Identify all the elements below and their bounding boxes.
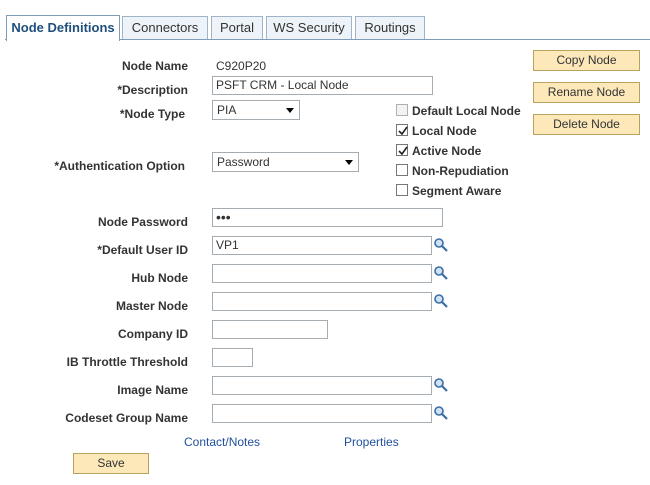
tab-portal[interactable]: Portal bbox=[211, 16, 263, 39]
master-node-label: Master Node bbox=[115, 299, 188, 313]
codeset-group-label: Codeset Group Name bbox=[65, 411, 188, 425]
auth-option-value: Password bbox=[217, 155, 270, 169]
lookup-search-icon[interactable] bbox=[433, 405, 449, 421]
auth-option-select[interactable]: Password bbox=[212, 152, 359, 172]
node-name-label: Node Name bbox=[121, 59, 188, 73]
copy-node-button[interactable]: Copy Node bbox=[533, 50, 640, 71]
image-name-field[interactable] bbox=[212, 376, 432, 395]
contact-notes-link[interactable]: Contact/Notes bbox=[184, 435, 260, 449]
node-type-value: PIA bbox=[217, 103, 237, 117]
lookup-search-icon[interactable] bbox=[433, 265, 449, 281]
company-id-field[interactable] bbox=[212, 320, 328, 339]
save-button[interactable]: Save bbox=[73, 453, 149, 474]
ib-throttle-field[interactable] bbox=[212, 348, 253, 367]
chevron-down-icon bbox=[286, 108, 294, 113]
lookup-search-icon[interactable] bbox=[433, 293, 449, 309]
segment-aware-checkbox[interactable] bbox=[396, 184, 408, 196]
delete-node-button[interactable]: Delete Node bbox=[533, 114, 640, 135]
codeset-group-field[interactable] bbox=[212, 404, 432, 423]
properties-link[interactable]: Properties bbox=[344, 435, 399, 449]
node-name-value: C920P20 bbox=[216, 59, 267, 73]
description-field[interactable]: PSFT CRM - Local Node bbox=[212, 76, 433, 95]
default-user-id-field[interactable]: VP1 bbox=[212, 236, 432, 255]
checkmark-icon bbox=[398, 146, 408, 156]
image-name-label: Image Name bbox=[117, 383, 188, 397]
segment-aware-label: Segment Aware bbox=[412, 184, 502, 198]
tab-node-definitions[interactable]: Node Definitions bbox=[6, 15, 120, 41]
default-local-node-checkbox[interactable] bbox=[396, 104, 408, 116]
checkmark-icon bbox=[398, 126, 408, 136]
active-node-label: Active Node bbox=[412, 144, 482, 158]
chevron-down-icon bbox=[345, 160, 353, 165]
hub-node-label: Hub Node bbox=[131, 271, 188, 285]
master-node-field[interactable] bbox=[212, 292, 432, 311]
tab-routings[interactable]: Routings bbox=[355, 16, 425, 39]
ib-throttle-label: IB Throttle Threshold bbox=[66, 355, 188, 369]
non-repudiation-label: Non-Repudiation bbox=[412, 164, 509, 178]
tab-connectors[interactable]: Connectors bbox=[122, 16, 208, 39]
lookup-search-icon[interactable] bbox=[433, 237, 449, 253]
local-node-checkbox[interactable] bbox=[396, 124, 408, 136]
node-password-field[interactable]: ••• bbox=[212, 208, 443, 227]
node-type-select[interactable]: PIA bbox=[212, 100, 300, 120]
active-node-checkbox[interactable] bbox=[396, 144, 408, 156]
tab-ws-security[interactable]: WS Security bbox=[266, 16, 352, 39]
local-node-label: Local Node bbox=[412, 124, 477, 138]
node-type-label: *Node Type bbox=[119, 107, 185, 121]
default-local-node-label: Default Local Node bbox=[412, 104, 521, 118]
rename-node-button[interactable]: Rename Node bbox=[533, 82, 640, 103]
lookup-search-icon[interactable] bbox=[433, 377, 449, 393]
hub-node-field[interactable] bbox=[212, 264, 432, 283]
auth-option-label: *Authentication Option bbox=[54, 159, 185, 173]
tab-bar: Node Definitions Connectors Portal WS Se… bbox=[0, 0, 650, 41]
non-repudiation-checkbox[interactable] bbox=[396, 164, 408, 176]
description-label: *Description bbox=[117, 83, 188, 97]
company-id-label: Company ID bbox=[117, 327, 188, 341]
default-user-id-label: *Default User ID bbox=[97, 243, 188, 257]
node-password-label: Node Password bbox=[97, 215, 188, 229]
